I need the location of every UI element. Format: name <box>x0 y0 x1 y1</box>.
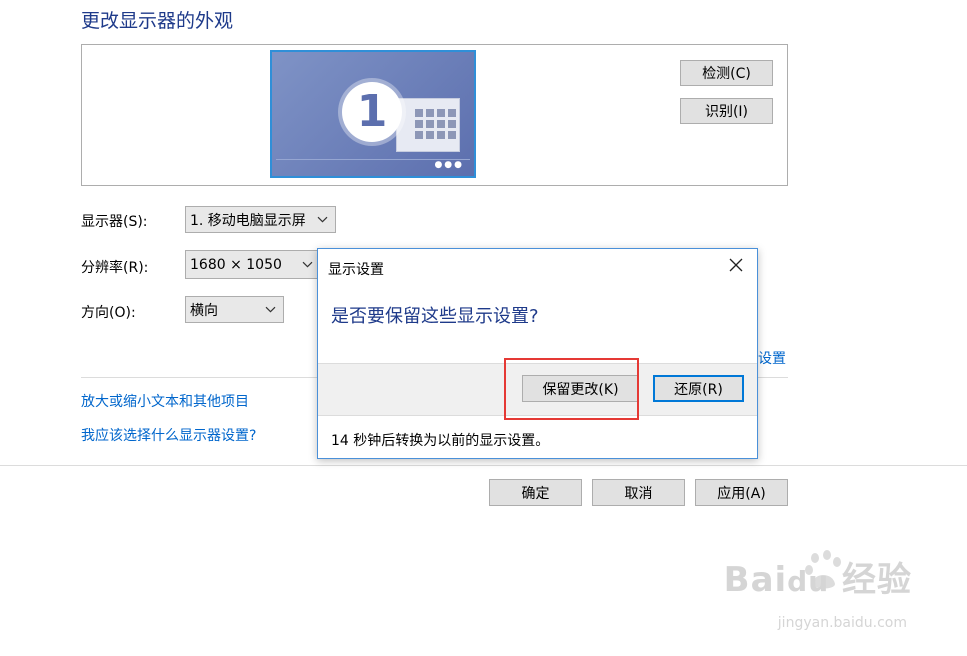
chevron-down-icon <box>265 306 276 312</box>
advanced-settings-link[interactable]: 设置 <box>758 348 786 368</box>
monitor-icon[interactable]: 1 ●●● <box>270 50 476 178</box>
countdown-text: 14 秒钟后转换为以前的显示设置。 <box>331 433 550 449</box>
page-title: 更改显示器的外观 <box>81 10 234 32</box>
display-select-value: 1. 移动电脑显示屏 <box>190 212 306 229</box>
display-settings-dialog: 显示设置 是否要保留这些显示设置? 14 秒钟后转换为以前的显示设置。 <box>317 248 758 459</box>
chevron-down-icon <box>317 216 328 222</box>
baidu-watermark: Baidu 经验 <box>723 560 912 600</box>
ok-button[interactable]: 确定 <box>489 479 582 506</box>
display-label: 显示器(S): <box>81 214 148 230</box>
dots-icon: ●●● <box>434 160 464 170</box>
monitor-number: 1 <box>356 86 388 137</box>
dialog-title: 显示设置 <box>328 262 384 278</box>
apply-button[interactable]: 应用(A) <box>695 479 788 506</box>
watermark-url: jingyan.baidu.com <box>777 615 907 631</box>
highlight-box <box>504 358 639 420</box>
resolution-select-value: 1680 × 1050 <box>190 256 282 273</box>
display-select[interactable]: 1. 移动电脑显示屏 <box>185 206 336 233</box>
identify-button[interactable]: 识别(I) <box>680 98 773 124</box>
resolution-select[interactable]: 1680 × 1050 <box>185 250 321 279</box>
text-size-link[interactable]: 放大或缩小文本和其他项目 <box>81 391 249 411</box>
detect-button[interactable]: 检测(C) <box>680 60 773 86</box>
resolution-label: 分辨率(R): <box>81 260 149 276</box>
chevron-down-icon <box>302 261 313 267</box>
revert-button[interactable]: 还原(R) <box>653 375 744 402</box>
orientation-select[interactable]: 横向 <box>185 296 284 323</box>
orientation-label: 方向(O): <box>81 305 136 321</box>
footer-divider <box>0 465 967 466</box>
orientation-select-value: 横向 <box>190 302 218 319</box>
dialog-question: 是否要保留这些显示设置? <box>331 306 539 327</box>
cancel-button[interactable]: 取消 <box>592 479 685 506</box>
which-settings-link[interactable]: 我应该选择什么显示器设置? <box>81 425 256 445</box>
close-icon[interactable] <box>727 256 745 274</box>
app-grid-window-icon <box>396 98 460 152</box>
monitor-number-badge: 1 <box>342 82 402 142</box>
